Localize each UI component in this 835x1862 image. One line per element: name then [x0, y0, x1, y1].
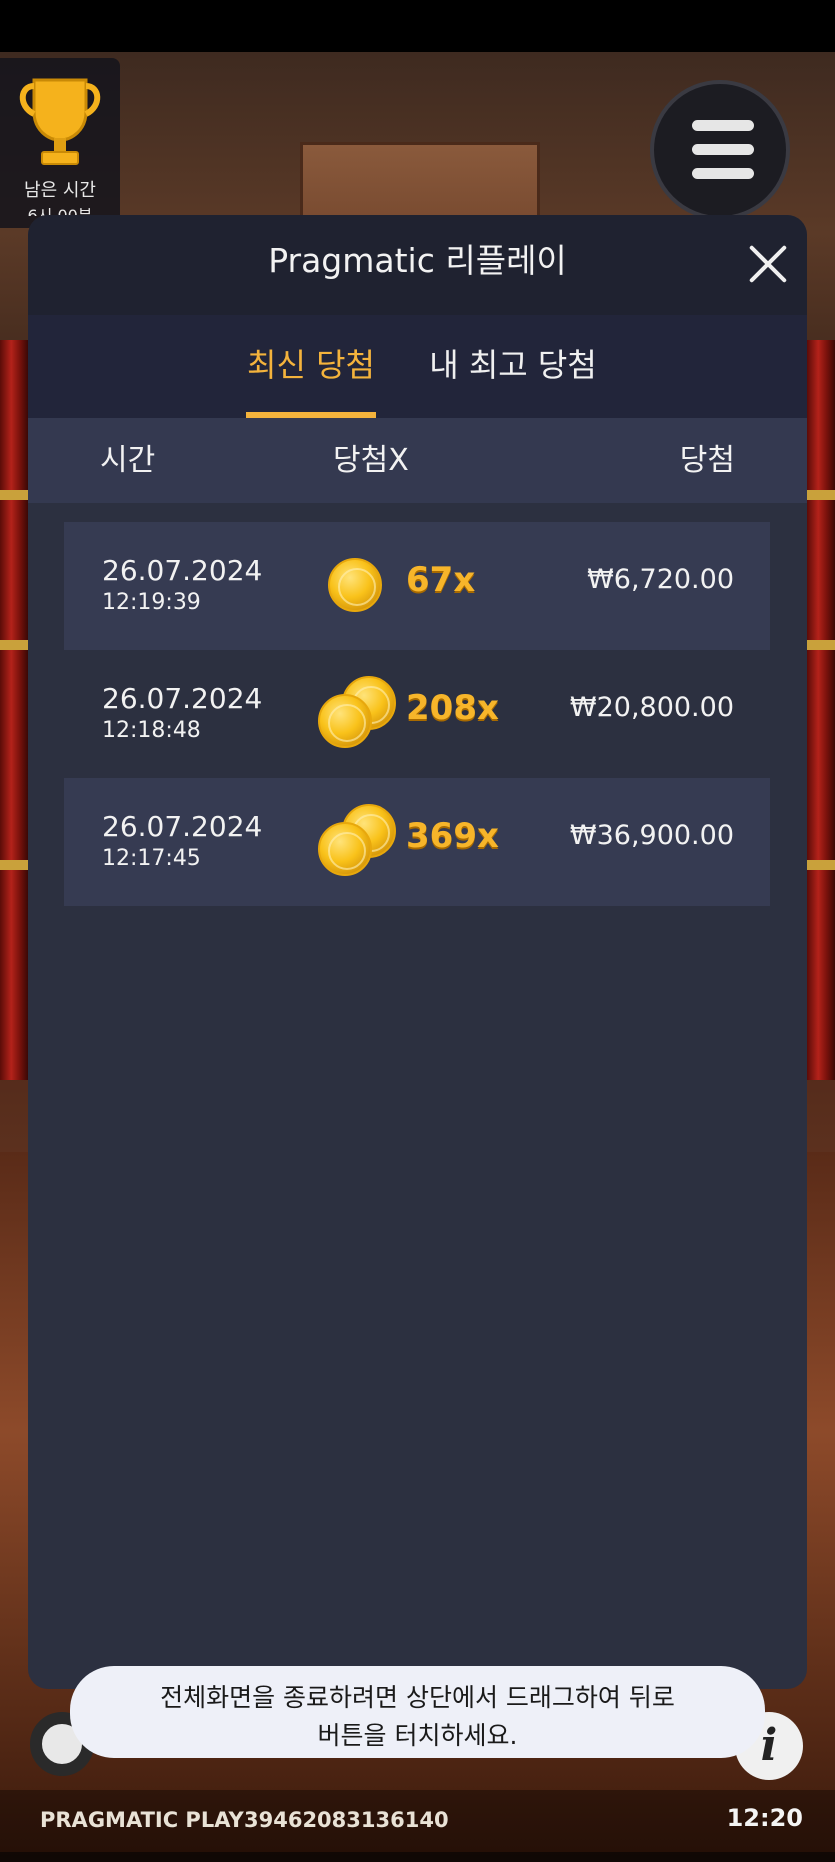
game-clock: 12:20: [726, 1804, 803, 1832]
tab-bar: 최신 당첨 내 최고 당첨: [28, 315, 807, 418]
row-date: 26.07.2024: [102, 810, 263, 843]
row-time: 12:19:39: [102, 590, 201, 615]
tab-my-best-wins[interactable]: 내 최고 당첨: [418, 315, 608, 418]
time-left-label: 남은 시간: [24, 180, 96, 201]
tournament-button[interactable]: 남은 시간 6시 00분: [0, 58, 120, 228]
modal-header: Pragmatic 리플레이: [28, 215, 807, 315]
table-row[interactable]: 26.07.2024 12:18:48 208x ₩20,800.00: [64, 650, 770, 778]
toast-line-1: 전체화면을 종료하려면 상단에서 드래그하여 뒤로: [160, 1683, 675, 1712]
row-multiplier: 208x: [406, 688, 499, 728]
brand-label: PRAGMATIC PLAY: [40, 1808, 244, 1832]
tab-latest-label: 최신 당첨: [247, 346, 375, 384]
column-multiplier: 당첨X: [333, 443, 409, 478]
table-row[interactable]: 26.07.2024 12:17:45 369x ₩36,900.00: [64, 778, 770, 906]
row-date: 26.07.2024: [102, 682, 263, 715]
tab-latest-wins[interactable]: 최신 당첨: [246, 315, 376, 418]
time-left-value: 6시 00분: [27, 206, 93, 216]
table-header: 시간 당첨X 당첨: [28, 418, 807, 503]
row-time: 12:18:48: [102, 718, 201, 743]
table-row[interactable]: 26.07.2024 12:19:39 67x ₩6,720.00: [64, 522, 770, 650]
replay-modal: Pragmatic 리플레이 최신 당첨 내 최고 당첨 시간 당첨X 당첨 2…: [28, 215, 807, 1689]
trophy-icon: [19, 78, 101, 165]
row-time: 12:17:45: [102, 846, 201, 871]
round-id: 39462083136140: [244, 1808, 449, 1832]
gold-coin-icon: [328, 558, 382, 612]
row-multiplier: 67x: [406, 560, 476, 600]
row-date: 26.07.2024: [102, 554, 263, 587]
row-win: ₩36,900.00: [569, 820, 734, 851]
gold-coin-icon: [318, 822, 372, 876]
tab-best-label: 내 최고 당첨: [429, 346, 597, 384]
toast-line-2: 버튼을 터치하세요.: [317, 1721, 518, 1750]
row-multiplier: 369x: [406, 816, 499, 856]
menu-button[interactable]: [650, 80, 790, 220]
hamburger-menu-icon: [692, 120, 754, 131]
red-pillar-right: [807, 340, 835, 1080]
modal-title: Pragmatic 리플레이: [268, 241, 567, 280]
row-win: ₩6,720.00: [587, 564, 734, 595]
column-win: 당첨: [679, 443, 735, 478]
fullscreen-toast: 전체화면을 종료하려면 상단에서 드래그하여 뒤로 버튼을 터치하세요.: [70, 1666, 765, 1758]
status-bar: [0, 0, 835, 52]
row-win: ₩20,800.00: [569, 692, 734, 723]
red-pillar-left: [0, 340, 28, 1080]
column-time: 시간: [100, 443, 156, 478]
close-icon[interactable]: [744, 239, 792, 287]
gold-coin-icon: [318, 694, 372, 748]
